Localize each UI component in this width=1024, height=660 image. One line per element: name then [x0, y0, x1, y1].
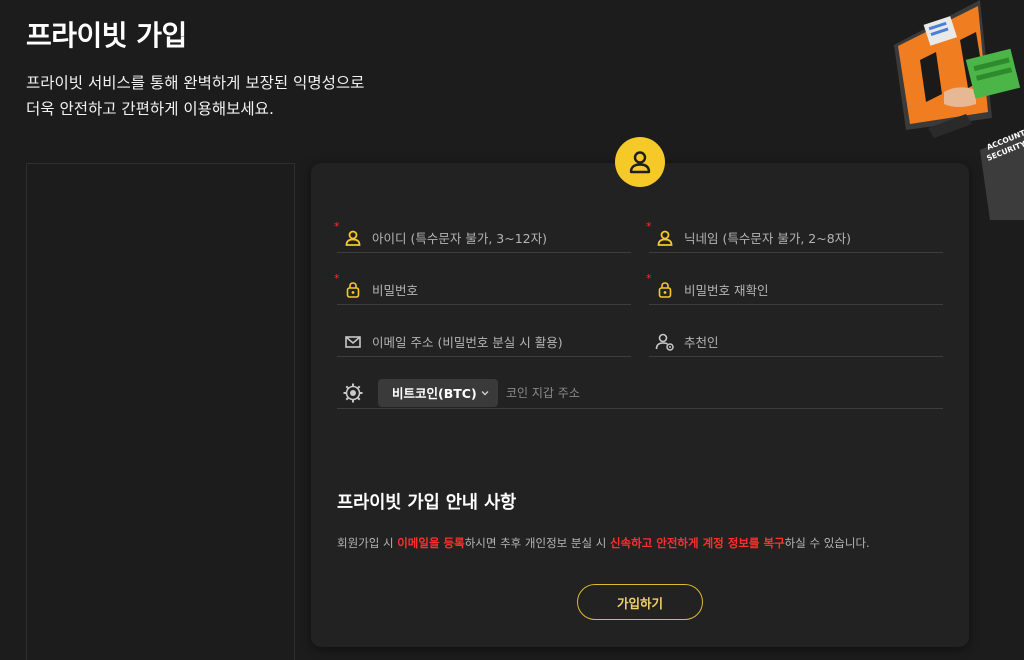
coin-wallet-field: 비트코인(BTC) 코인 지갑 주소 — [337, 377, 943, 409]
password-field[interactable]: * 비밀번호 — [334, 272, 631, 305]
email-field[interactable]: 이메일 주소 (비밀번호 분실 시 활용) — [337, 327, 631, 357]
user-icon — [653, 226, 677, 250]
user-avatar-icon — [615, 137, 665, 187]
required-mark: * — [646, 272, 652, 285]
user-icon — [341, 226, 365, 250]
referrer-input[interactable]: 추천인 — [684, 332, 719, 351]
required-mark: * — [646, 220, 652, 233]
left-panel — [26, 163, 295, 660]
notice-highlight: 이메일을 등록 — [397, 536, 465, 550]
password-input[interactable]: 비밀번호 — [372, 280, 418, 299]
mail-icon — [341, 330, 365, 354]
description-line-1: 프라이빗 서비스를 통해 완벽하게 보장된 익명성으로 — [26, 74, 365, 92]
nickname-input[interactable]: 닉네임 (특수문자 불가, 2~8자) — [684, 228, 851, 247]
signup-card: * 아이디 (특수문자 불가, 3~12자) * 닉네임 (특수문자 불가, 2… — [311, 137, 969, 647]
lock-icon — [653, 278, 677, 302]
page-description: 프라이빗 서비스를 통해 완벽하게 보장된 익명성으로 더욱 안전하고 간편하게… — [26, 70, 364, 122]
notice-text-part: 회원가입 시 — [337, 536, 398, 550]
notice-text-part: 하실 수 있습니다. — [784, 536, 870, 550]
nickname-field[interactable]: * 닉네임 (특수문자 불가, 2~8자) — [646, 220, 943, 253]
password-confirm-input[interactable]: 비밀번호 재확인 — [684, 280, 768, 299]
coin-gear-icon — [341, 381, 365, 405]
required-mark: * — [334, 220, 340, 233]
notice-highlight: 신속하고 안전하게 계정 정보를 복구 — [609, 536, 785, 550]
coin-select[interactable]: 비트코인(BTC) — [378, 378, 498, 407]
required-mark: * — [334, 272, 340, 285]
password-confirm-field[interactable]: * 비밀번호 재확인 — [646, 272, 943, 305]
lock-icon — [341, 278, 365, 302]
page-title: 프라이빗 가입 — [26, 19, 187, 52]
notice-text-part: 하시면 추후 개인정보 분실 시 — [464, 536, 610, 550]
notice-title: 프라이빗 가입 안내 사항 — [337, 493, 517, 513]
description-line-2: 더욱 안전하고 간편하게 이용해보세요. — [26, 100, 274, 118]
coin-select-value: 비트코인(BTC) — [392, 386, 477, 401]
referrer-field[interactable]: 추천인 — [649, 327, 943, 357]
id-input[interactable]: 아이디 (특수문자 불가, 3~12자) — [372, 228, 547, 247]
wallet-address-input[interactable]: 코인 지갑 주소 — [506, 384, 580, 401]
notice-text: 회원가입 시 이메일을 등록하시면 추후 개인정보 분실 시 신속하고 안전하게… — [337, 535, 870, 551]
email-input[interactable]: 이메일 주소 (비밀번호 분실 시 활용) — [372, 332, 563, 351]
id-field[interactable]: * 아이디 (특수문자 불가, 3~12자) — [334, 220, 631, 253]
referrer-user-icon — [653, 330, 677, 354]
chevron-down-icon — [481, 390, 489, 395]
join-button[interactable]: 가입하기 — [577, 584, 703, 620]
